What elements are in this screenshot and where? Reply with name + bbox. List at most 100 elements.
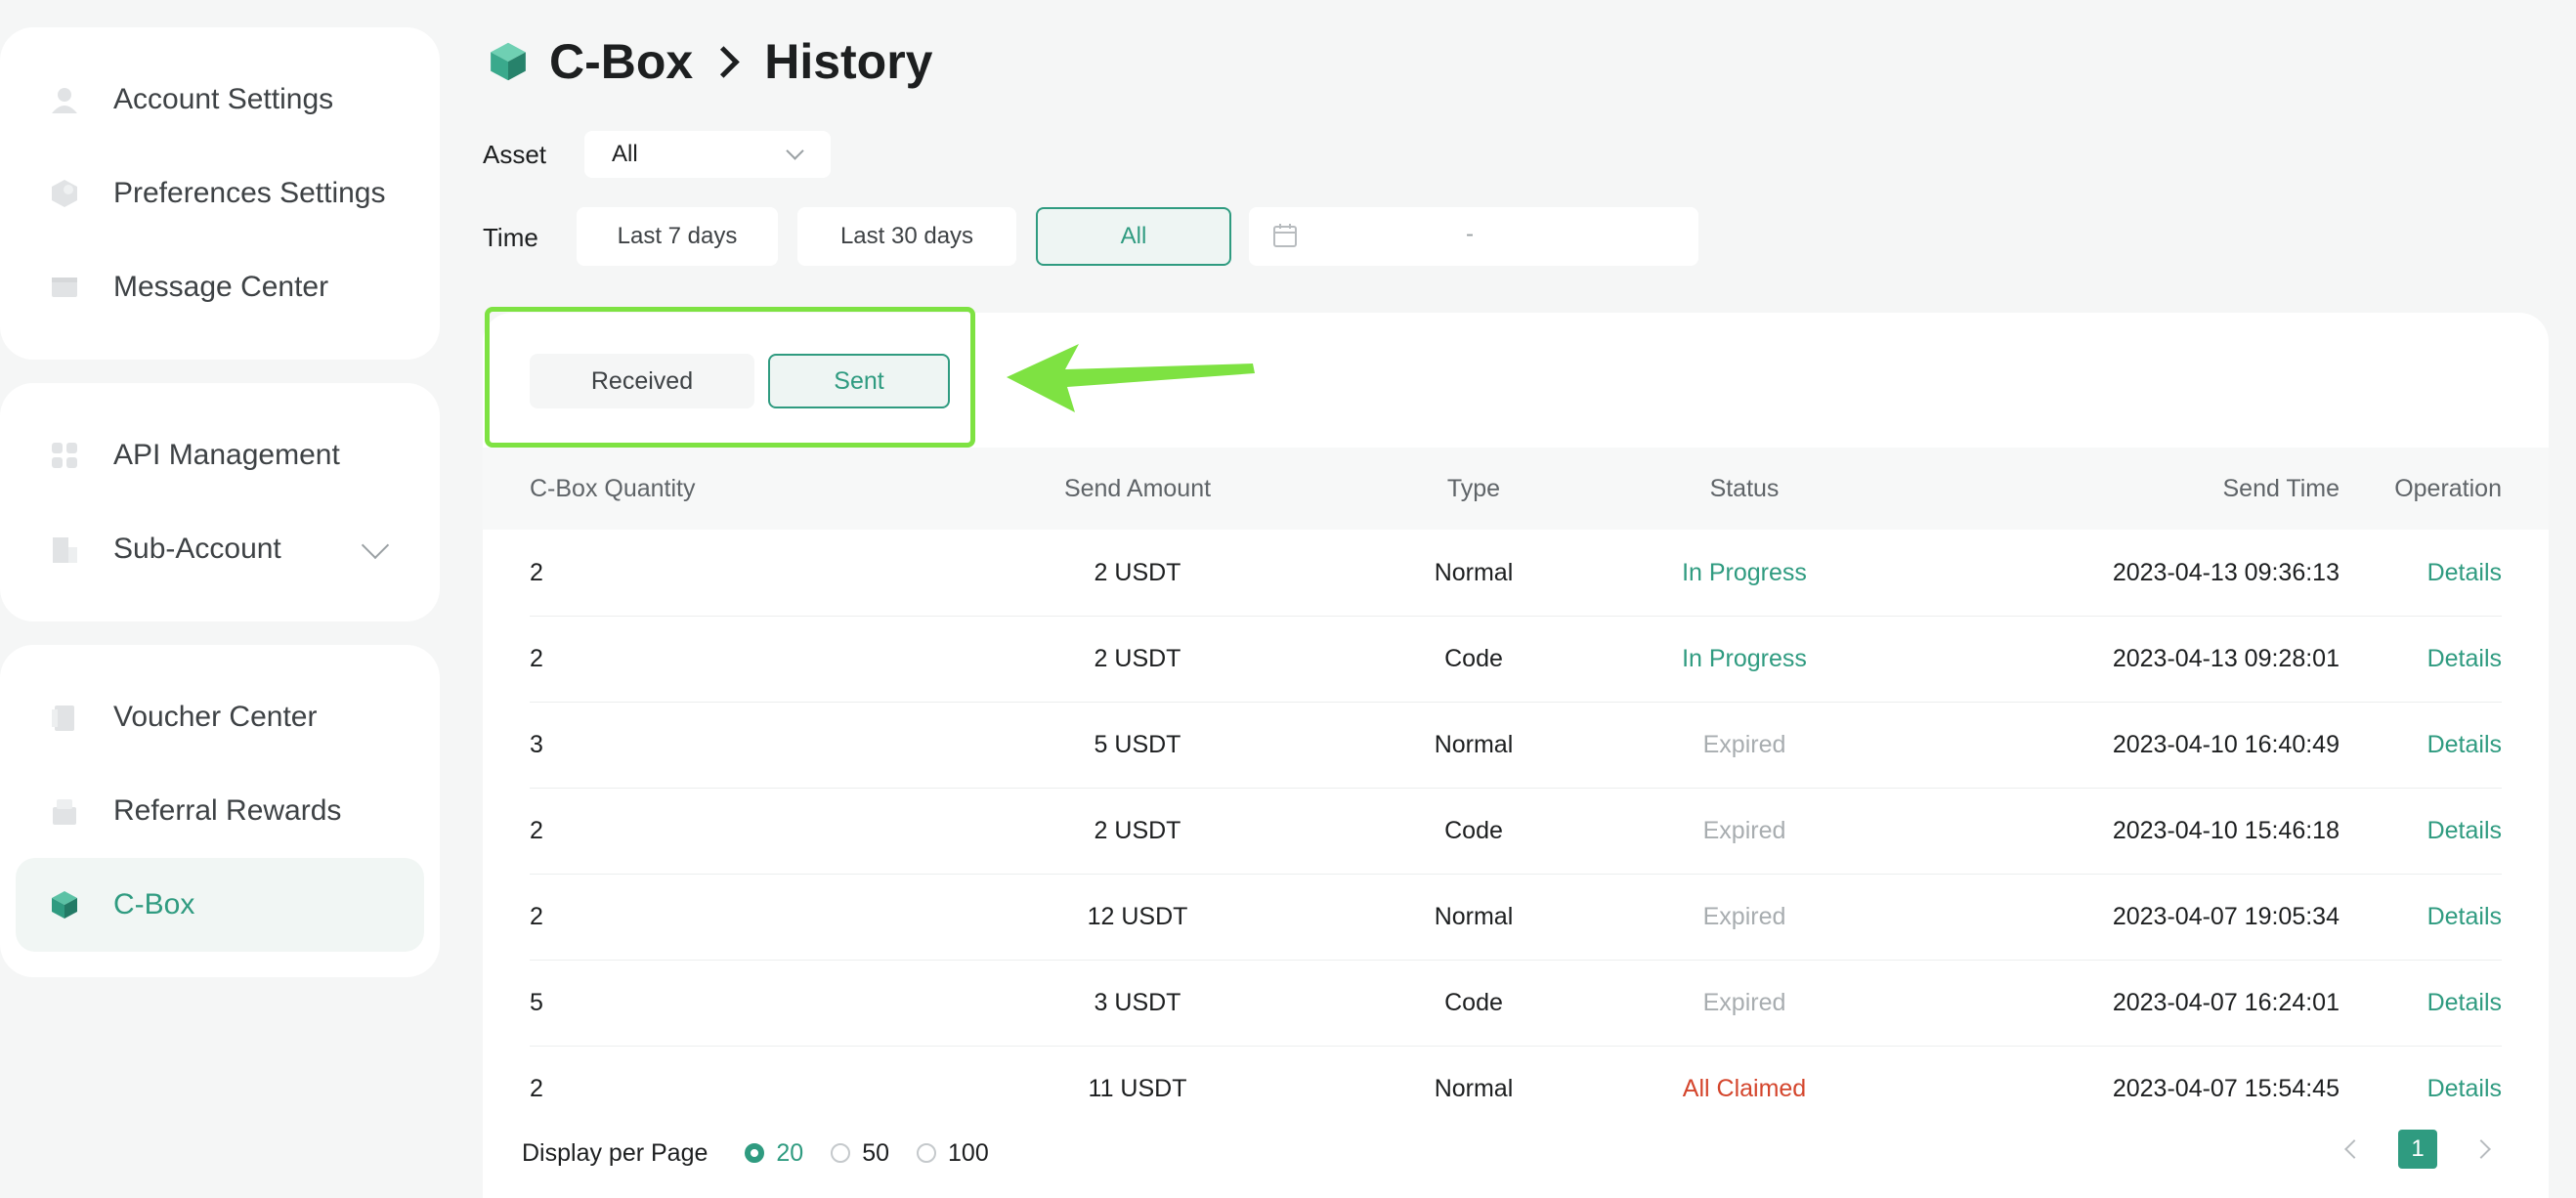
cell-status: Expired <box>1702 903 1786 930</box>
details-link[interactable]: Details <box>2306 616 2502 702</box>
chevron-down-icon[interactable] <box>361 531 390 560</box>
time-label: Time <box>483 223 538 252</box>
per-page-option-20[interactable]: 20 <box>745 1139 803 1168</box>
sidebar-item-voucher-center[interactable]: Voucher Center <box>16 670 424 764</box>
radio-icon <box>831 1143 851 1163</box>
chevron-down-icon <box>786 142 804 160</box>
radio-icon <box>745 1143 765 1163</box>
table-row: 2 2 USDT Normal In Progress 2023-04-13 09:36… <box>530 530 2502 617</box>
asset-select[interactable]: All <box>584 131 831 178</box>
column-header-type: Type <box>1446 475 1501 502</box>
per-page-option-100[interactable]: 100 <box>917 1139 989 1168</box>
cell-cbox-quantity: 3 <box>530 731 543 758</box>
cell-send-amount: 2 USDT <box>1094 559 1181 586</box>
asset-label: Asset <box>483 140 547 169</box>
cbox-icon <box>52 891 77 919</box>
details-link[interactable]: Details <box>2306 702 2502 788</box>
sidebar: Account Settings Preferences Settings Me… <box>0 27 440 1001</box>
cell-type: Code <box>1444 817 1503 844</box>
date-range-picker[interactable]: - <box>1249 207 1698 266</box>
sidebar-item-c-box[interactable]: C-Box <box>16 858 424 952</box>
sidebar-item-label: Voucher Center <box>113 701 318 733</box>
cell-type: Normal <box>1434 559 1514 586</box>
sidebar-item-sub-account[interactable]: Sub-Account <box>16 502 424 596</box>
cell-type: Normal <box>1434 731 1514 758</box>
table-row: 2 11 USDT Normal All Claimed 2023-04-07 15:5… <box>530 1046 2502 1132</box>
cell-status: Expired <box>1702 989 1786 1016</box>
arrow-left-icon <box>1007 344 1255 412</box>
cell-send-amount: 5 USDT <box>1094 731 1181 758</box>
details-link[interactable]: Details <box>2306 1046 2502 1132</box>
voucher-icon <box>52 706 74 731</box>
details-link[interactable]: Details <box>2306 960 2502 1046</box>
pager: 1 <box>2344 1130 2491 1169</box>
sidebar-item-label: C-Box <box>113 888 195 920</box>
details-link[interactable]: Details <box>2306 874 2502 960</box>
column-header-send-time: Send Time <box>2222 475 2340 502</box>
per-page-option-50[interactable]: 50 <box>831 1139 889 1168</box>
api-icon <box>52 443 77 468</box>
page-header: C-Box History <box>487 29 932 94</box>
table-row: 3 5 USDT Normal Expired 2023-04-10 16:40:49 D… <box>530 702 2502 789</box>
date-range-separator: - <box>1466 221 1474 247</box>
breadcrumb-cbox[interactable]: C-Box <box>549 33 693 90</box>
cell-type: Code <box>1444 989 1503 1016</box>
sidebar-item-account-settings[interactable]: Account Settings <box>16 53 424 147</box>
sidebar-item-api-management[interactable]: API Management <box>16 408 424 502</box>
cell-send-time: 2023-04-07 19:05:34 <box>2112 903 2340 930</box>
chevron-right-icon[interactable] <box>2471 1139 2491 1159</box>
cell-send-time: 2023-04-07 15:54:45 <box>2112 1075 2340 1102</box>
table-row: 2 2 USDT Code In Progress 2023-04-13 09:28:0… <box>530 616 2502 703</box>
sidebar-item-preferences-settings[interactable]: Preferences Settings <box>16 147 424 240</box>
preferences-icon <box>52 180 77 207</box>
referral-icon <box>53 799 76 825</box>
cell-status: Expired <box>1702 731 1786 758</box>
table-row: 2 12 USDT Normal Expired 2023-04-07 19:05:34… <box>530 874 2502 961</box>
sidebar-item-message-center[interactable]: Message Center <box>16 240 424 334</box>
cell-cbox-quantity: 2 <box>530 1075 543 1102</box>
sidebar-item-label: Message Center <box>113 271 329 303</box>
asset-select-value: All <box>612 141 638 167</box>
cell-send-amount: 11 USDT <box>1088 1075 1187 1102</box>
details-link[interactable]: Details <box>2306 788 2502 874</box>
sidebar-group-rewards: Voucher Center Referral Rewards C-Box <box>0 645 440 977</box>
per-page-label: Display per Page <box>522 1138 708 1167</box>
column-header-status: Status <box>1709 475 1780 502</box>
chevron-left-icon[interactable] <box>2344 1139 2364 1159</box>
cell-send-amount: 12 USDT <box>1087 903 1188 930</box>
sub-account-icon <box>53 537 77 563</box>
cell-cbox-quantity: 2 <box>530 903 543 930</box>
radio-icon <box>917 1143 937 1163</box>
cell-status: Expired <box>1702 817 1786 844</box>
time-option-last-30-days[interactable]: Last 30 days <box>797 207 1016 266</box>
message-icon <box>52 278 77 297</box>
pagination-footer: Display per Page 20 50 100 <box>522 1134 989 1173</box>
highlight-box <box>485 307 975 448</box>
cell-cbox-quantity: 2 <box>530 559 543 586</box>
column-header-cbox-quantity: C-Box Quantity <box>530 475 696 502</box>
time-option-all[interactable]: All <box>1036 207 1231 266</box>
column-header-send-amount: Send Amount <box>1063 475 1212 502</box>
table-row: 2 2 USDT Code Expired 2023-04-10 15:46:18 Det… <box>530 788 2502 875</box>
table-row: 5 3 USDT Code Expired 2023-04-07 16:24:01 Det… <box>530 960 2502 1047</box>
sidebar-item-referral-rewards[interactable]: Referral Rewards <box>16 764 424 858</box>
cell-type: Code <box>1444 645 1503 672</box>
page-number-current[interactable]: 1 <box>2398 1130 2437 1169</box>
cell-type: Normal <box>1434 903 1514 930</box>
time-option-last-7-days[interactable]: Last 7 days <box>577 207 778 266</box>
cell-send-amount: 2 USDT <box>1094 817 1181 844</box>
cell-send-time: 2023-04-10 15:46:18 <box>2112 817 2340 844</box>
cell-cbox-quantity: 2 <box>530 645 543 672</box>
cell-send-time: 2023-04-13 09:28:01 <box>2112 645 2340 672</box>
sidebar-item-label: API Management <box>113 439 340 471</box>
sidebar-group-api: API Management Sub-Account <box>0 383 440 621</box>
details-link[interactable]: Details <box>2306 530 2502 616</box>
cell-send-amount: 3 USDT <box>1094 989 1181 1016</box>
sidebar-item-label: Account Settings <box>113 83 334 115</box>
cell-send-time: 2023-04-10 16:40:49 <box>2112 731 2340 758</box>
cell-cbox-quantity: 2 <box>530 817 543 844</box>
cell-status: All Claimed <box>1682 1075 1807 1102</box>
table-header: C-Box Quantity Send Amount Type Status S… <box>483 448 2549 530</box>
per-page-value: 100 <box>948 1138 989 1167</box>
cbox-logo-icon <box>491 42 526 81</box>
